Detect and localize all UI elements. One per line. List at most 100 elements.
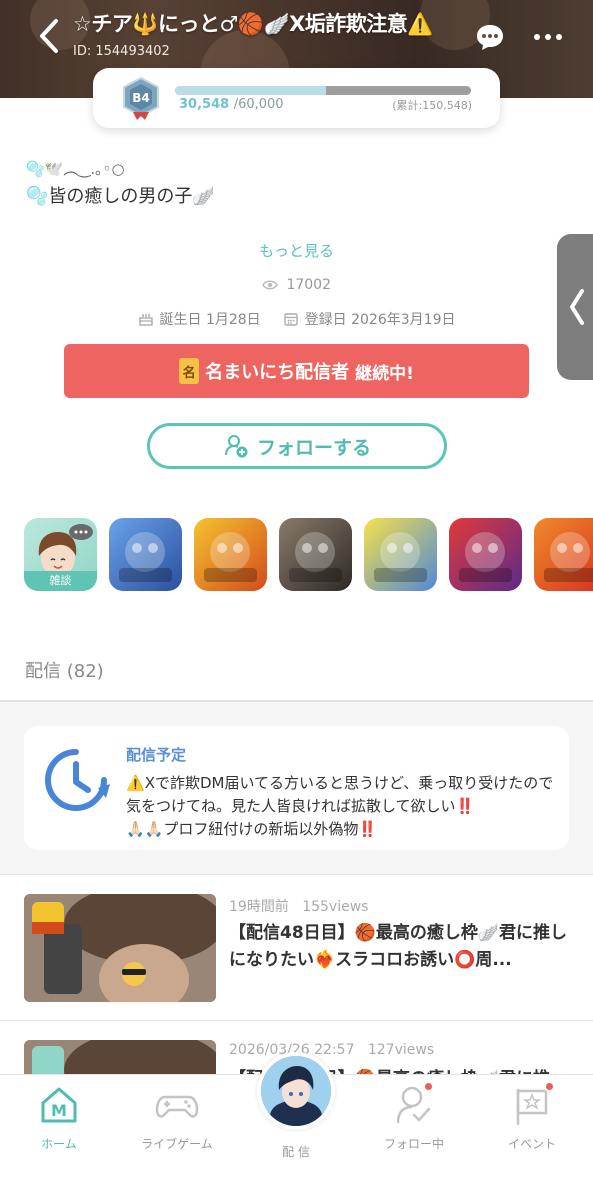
chevron-left-icon — [570, 289, 584, 325]
thumbnail-image — [24, 894, 216, 1002]
exclamation-icon: ‼️ — [455, 797, 475, 815]
nav-home-label: ホーム — [41, 1137, 77, 1151]
streak-badge-icon: 名 — [179, 358, 200, 384]
warning-icon: ⚠️ — [126, 774, 145, 792]
level-current: 30,548 — [179, 97, 230, 112]
level-progress-fill — [175, 86, 326, 95]
follow-button-label: フォローする — [256, 436, 371, 459]
svg-text:M: M — [51, 1101, 67, 1120]
notification-dot — [423, 1081, 434, 1092]
nav-following-label: フォロー中 — [383, 1137, 444, 1151]
pray-hands-icon: 🙏🏻🙏🏻 — [126, 820, 164, 838]
calendar-icon — [283, 313, 298, 326]
game-icon-game-4[interactable] — [279, 518, 352, 591]
game-art-icon — [119, 532, 172, 582]
more-dot-icon — [534, 34, 540, 40]
header-title-block: ☆チア🔱にっと♂🏀🪽X垢詐欺注意⚠️ ID: 154493402 — [73, 8, 433, 59]
broadcast-avatar-button[interactable] — [257, 1052, 335, 1130]
game-icon-game-7[interactable] — [534, 518, 593, 591]
profile-name: ☆チア🔱にっと♂🏀🪽X垢詐欺注意⚠️ — [73, 12, 433, 36]
eye-icon — [262, 280, 278, 290]
chat-bubble-icon — [477, 25, 503, 50]
view-count: 17002 — [0, 277, 593, 293]
schedule-message: ⚠️Xで詐欺DM届いてる方いると思うけど、乗っ取り受けたので気をつけてね。見た人… — [126, 772, 556, 841]
registered-date-text: 登録日 2026年3月19日 — [304, 312, 456, 328]
nav-following[interactable]: フォロー中 — [359, 1081, 469, 1152]
schedule-line-2: プロフ紐付けの新垢以外偽物 — [163, 820, 359, 838]
nav-event-label: イベント — [507, 1137, 556, 1151]
broadcast-views: 127views — [367, 1042, 435, 1058]
list-divider — [0, 1020, 593, 1021]
game-art-icon — [374, 532, 427, 582]
birthday: 誕生日 1月28日 — [138, 309, 261, 329]
nav-broadcast-label: 配 信 — [282, 1145, 310, 1159]
notification-dot — [544, 1081, 555, 1092]
broadcast-meta: 19時間前 155views — [229, 896, 368, 916]
schedule-line-1: Xで詐欺DM届いてる方いると思うけど、乗っ取り受けたので気をつけてね。見た人皆良… — [126, 774, 554, 815]
side-drawer-tab[interactable] — [557, 234, 593, 380]
rank-badge-text: B4 — [132, 91, 150, 105]
game-icon-chat[interactable]: 雑談 — [24, 518, 97, 591]
broadcast-views: 155views — [302, 899, 369, 915]
game-icon-game-6[interactable] — [449, 518, 522, 591]
broadcast-thumbnail — [24, 894, 216, 1002]
game-art-icon — [544, 532, 593, 582]
nav-broadcast[interactable]: 配 信 — [241, 1135, 351, 1160]
game-icon-game-5[interactable] — [364, 518, 437, 591]
see-more-label[interactable]: もっと見る — [259, 242, 334, 260]
level-card[interactable]: B4 30,548 /60,000 (累計:150,548) — [93, 68, 500, 128]
nav-live-game[interactable]: ライブゲーム — [122, 1083, 232, 1152]
user-id: ID: 154493402 — [73, 44, 170, 59]
level-points: 30,548 /60,000 — [179, 97, 284, 112]
game-icon-game-2[interactable] — [109, 518, 182, 591]
broadcast-meta: 2026/03/26 22:57 127views — [229, 1042, 434, 1058]
bio-line-2: 🫧皆の癒しの男の子🪽 — [26, 186, 215, 207]
more-options-button[interactable] — [528, 22, 568, 52]
game-art-icon — [289, 532, 342, 582]
list-divider — [0, 874, 593, 875]
registered-date: 登録日 2026年3月19日 — [283, 309, 456, 329]
level-progress-bar — [175, 86, 471, 95]
game-icon-row: 雑談 — [24, 518, 593, 591]
more-dot-icon — [545, 34, 551, 40]
home-icon: M — [37, 1083, 81, 1127]
schedule-card[interactable]: 配信予定 ⚠️Xで詐欺DM届いてる方いると思うけど、乗っ取り受けたので気をつけて… — [24, 726, 569, 850]
avatar-image — [261, 1056, 331, 1126]
streak-status: 継続中! — [355, 363, 414, 384]
broadcast-item[interactable]: 19時間前 155views 【配信48日目】🏀最高の癒し枠🪽君に推しになりたい… — [24, 894, 569, 1004]
following-icon — [392, 1081, 436, 1127]
birthday-text: 誕生日 1月28日 — [159, 312, 261, 328]
game-art-icon — [459, 532, 512, 582]
scheduled-clock-icon — [45, 749, 110, 811]
game-icon-game-3[interactable] — [194, 518, 267, 591]
back-chevron-icon — [40, 19, 58, 53]
see-more-link[interactable]: もっと見る — [0, 240, 593, 261]
streak-title: 名まいにち配信者 — [205, 362, 350, 383]
cake-icon — [138, 314, 153, 326]
event-flag-icon — [510, 1081, 555, 1127]
broadcast-title: 【配信48日目】🏀最高の癒し枠🪽君に推しになりたい❤️‍🔥スラコロお誘い⭕️周.… — [229, 923, 567, 970]
back-button[interactable] — [34, 14, 64, 58]
game-icon-label: 雑談 — [24, 571, 97, 591]
chat-button[interactable] — [475, 22, 505, 52]
follow-user-icon — [224, 435, 248, 458]
level-max: /60,000 — [233, 97, 284, 112]
view-count-value: 17002 — [286, 277, 331, 293]
follow-button[interactable]: フォローする — [147, 423, 447, 469]
bio-line-1: 🫧🕊️︵‿.｡◦○ — [26, 160, 125, 178]
schedule-title: 配信予定 — [126, 746, 187, 764]
broadcast-count-heading: 配信 (82) — [25, 661, 104, 682]
more-dot-icon — [556, 34, 562, 40]
game-art-icon — [204, 532, 257, 582]
daily-streamer-banner[interactable]: 名 名まいにち配信者 継続中! — [64, 344, 529, 398]
broadcast-time: 19時間前 — [229, 899, 289, 915]
exclamation-icon: ‼️ — [358, 820, 378, 838]
rank-badge-icon: B4 — [123, 76, 159, 120]
avatar — [261, 1056, 331, 1126]
nav-event[interactable]: イベント — [477, 1081, 587, 1152]
profile-bio: 🫧🕊️︵‿.｡◦○ 🫧皆の癒しの男の子🪽 — [26, 156, 215, 210]
level-total: (累計:150,548) — [392, 99, 472, 112]
nav-home[interactable]: M ホーム — [4, 1083, 114, 1152]
gamepad-icon — [155, 1083, 199, 1127]
nav-live-game-label: ライブゲーム — [141, 1137, 213, 1151]
